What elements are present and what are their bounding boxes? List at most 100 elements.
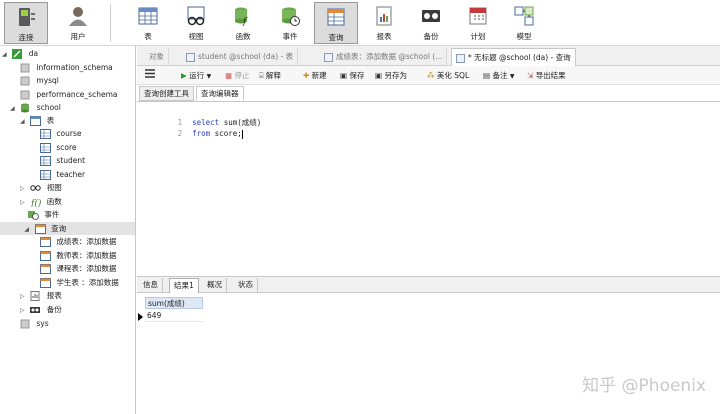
tree-db-performance-schema[interactable]: performance_schema xyxy=(20,88,117,101)
tree-group-backups[interactable]: ▷ 备份 xyxy=(20,303,62,316)
tree-group-functions[interactable]: ▷ f() 函数 xyxy=(20,195,62,208)
grid-cell[interactable]: 649 xyxy=(145,310,203,322)
tab-query-builder[interactable]: 查询创建工具 xyxy=(139,86,194,101)
export-results-button[interactable]: ⇲ 导出结果 xyxy=(527,69,566,82)
tab-objects[interactable]: 对象 xyxy=(145,48,169,66)
tree-table-student[interactable]: student xyxy=(40,154,85,167)
tab-query-editor[interactable]: 查询编辑器 xyxy=(196,86,244,101)
user-icon xyxy=(69,7,87,26)
watermark: 知乎 @Phoenix xyxy=(582,376,706,396)
tree-db-label: mysql xyxy=(36,76,59,85)
query-button[interactable]: 查询 xyxy=(314,2,358,44)
query-toolbar: ▶ 运行 ▼ ■ 停止 ⌸ 解释 ✚ 新建 ▣ 保存 ▣ 另存为 ⁂ 美化 SQ… xyxy=(137,66,720,85)
column-header[interactable]: sum(成绩) xyxy=(145,297,203,309)
connection-button[interactable]: 连接 xyxy=(4,2,48,44)
model-icon xyxy=(514,6,534,26)
model-label: 模型 xyxy=(516,32,532,41)
database-icon xyxy=(20,76,30,86)
view-icon xyxy=(30,185,42,191)
tree-db-label: school xyxy=(36,103,61,112)
tree-connection-da[interactable]: ◢ da xyxy=(2,47,38,60)
expanded-arrow-icon[interactable]: ◢ xyxy=(2,48,10,61)
tab-info[interactable]: 信息 xyxy=(139,278,163,293)
backup-button[interactable]: 备份 xyxy=(409,2,453,44)
collapsed-arrow-icon[interactable]: ▷ xyxy=(20,196,28,209)
model-button[interactable]: 模型 xyxy=(502,2,546,44)
tree-table-label: teacher xyxy=(56,170,86,179)
event-icon xyxy=(282,7,300,26)
query-icon xyxy=(327,8,345,26)
tab-profile[interactable]: 概况 xyxy=(203,278,227,293)
user-button[interactable]: 用户 xyxy=(56,2,100,44)
tab-untitled-query[interactable]: * 无标题 @school (da) - 查询 xyxy=(451,48,576,66)
tree-table-course[interactable]: course xyxy=(40,127,81,140)
tree-query-item[interactable]: 教师表：添加数据 xyxy=(40,249,116,262)
chevron-down-icon[interactable]: ▼ xyxy=(207,73,212,80)
tab-status[interactable]: 状态 xyxy=(234,278,258,293)
tree-db-mysql[interactable]: mysql xyxy=(20,74,59,87)
code-line: 2 from score; xyxy=(137,117,243,139)
function-button[interactable]: f 函数 xyxy=(221,2,265,44)
new-icon: ✚ xyxy=(303,71,310,80)
table-icon xyxy=(40,129,51,139)
backup-icon xyxy=(422,10,440,22)
sql-editor[interactable]: 1 select sum(成绩) 2 from score; xyxy=(137,101,720,276)
event-button[interactable]: 事件 xyxy=(268,2,312,44)
query-icon xyxy=(34,224,46,234)
stop-icon: ■ xyxy=(225,71,233,80)
tree-db-sys[interactable]: sys xyxy=(20,317,49,330)
tab-result1[interactable]: 结果1 xyxy=(169,278,199,293)
tree-group-views[interactable]: ▷ 视图 xyxy=(20,181,62,194)
tree-group-reports[interactable]: ▷ 报表 xyxy=(20,289,62,302)
export-icon: ⇲ xyxy=(527,71,534,80)
schedule-label: 计划 xyxy=(470,32,486,41)
chevron-down-icon[interactable]: ▼ xyxy=(510,73,515,80)
tree-group-label: 查询 xyxy=(51,224,67,233)
save-button[interactable]: ▣ 保存 xyxy=(340,69,364,82)
tree-table-teacher[interactable]: teacher xyxy=(40,168,85,181)
expanded-arrow-icon[interactable]: ◢ xyxy=(10,102,18,115)
stop-button[interactable]: ■ 停止 xyxy=(225,69,249,82)
tree-group-events[interactable]: 事件 xyxy=(28,208,59,221)
table-icon xyxy=(40,143,51,153)
run-button[interactable]: ▶ 运行 ▼ xyxy=(181,69,211,82)
tree-group-label: 备份 xyxy=(46,305,62,314)
collapsed-arrow-icon[interactable]: ▷ xyxy=(20,182,28,195)
tree-group-tables[interactable]: ◢ 表 xyxy=(20,114,54,127)
table-button[interactable]: 表 xyxy=(126,2,170,44)
tree-query-item[interactable]: 学生表 ：添加数据 xyxy=(40,276,119,289)
toolbar-separator xyxy=(110,4,111,42)
tree-group-queries[interactable]: ◢ 查询 xyxy=(0,222,135,235)
view-icon xyxy=(187,6,205,26)
expanded-arrow-icon[interactable]: ◢ xyxy=(24,223,32,236)
view-label: 视图 xyxy=(188,32,204,41)
tree-query-item[interactable]: 成绩表：添加数据 xyxy=(40,235,116,248)
beautify-sql-button[interactable]: ⁂ 美化 SQL xyxy=(427,69,469,82)
save-as-button[interactable]: ▣ 另存为 xyxy=(375,69,407,82)
collapsed-arrow-icon[interactable]: ▷ xyxy=(20,304,28,317)
tab-score-query[interactable]: 成绩表：添加数据 @school (... xyxy=(320,48,448,66)
new-button[interactable]: ✚ 新建 xyxy=(303,69,327,82)
tree-connection-label: da xyxy=(28,49,39,58)
tree-table-label: student xyxy=(56,156,86,165)
tree-db-information-schema[interactable]: information_schema xyxy=(20,61,113,74)
query-icon xyxy=(40,237,51,247)
expanded-arrow-icon[interactable]: ◢ xyxy=(20,115,28,128)
collapsed-arrow-icon[interactable]: ▷ xyxy=(20,290,28,303)
line-number: 2 xyxy=(177,129,183,138)
explain-button[interactable]: ⌸ 解释 xyxy=(259,69,281,82)
tree-group-label: 表 xyxy=(46,116,55,125)
table-icon xyxy=(138,7,158,25)
tree-db-school[interactable]: ◢ school xyxy=(10,101,61,114)
query-icon xyxy=(456,53,465,63)
comment-button[interactable]: ▤ 备注 ▼ xyxy=(483,69,515,82)
tree-table-score[interactable]: score xyxy=(40,141,77,154)
connection-label: 连接 xyxy=(18,33,34,42)
tab-student-table[interactable]: student @school (da) - 表 xyxy=(182,48,299,66)
tree-query-item[interactable]: 课程表：添加数据 xyxy=(40,262,116,275)
menu-icon[interactable] xyxy=(145,69,155,82)
schedule-button[interactable]: 计划 xyxy=(456,2,500,44)
result-grid: sum(成绩) 649 xyxy=(137,295,720,414)
report-button[interactable]: 报表 xyxy=(362,2,406,44)
view-button[interactable]: 视图 xyxy=(174,2,218,44)
